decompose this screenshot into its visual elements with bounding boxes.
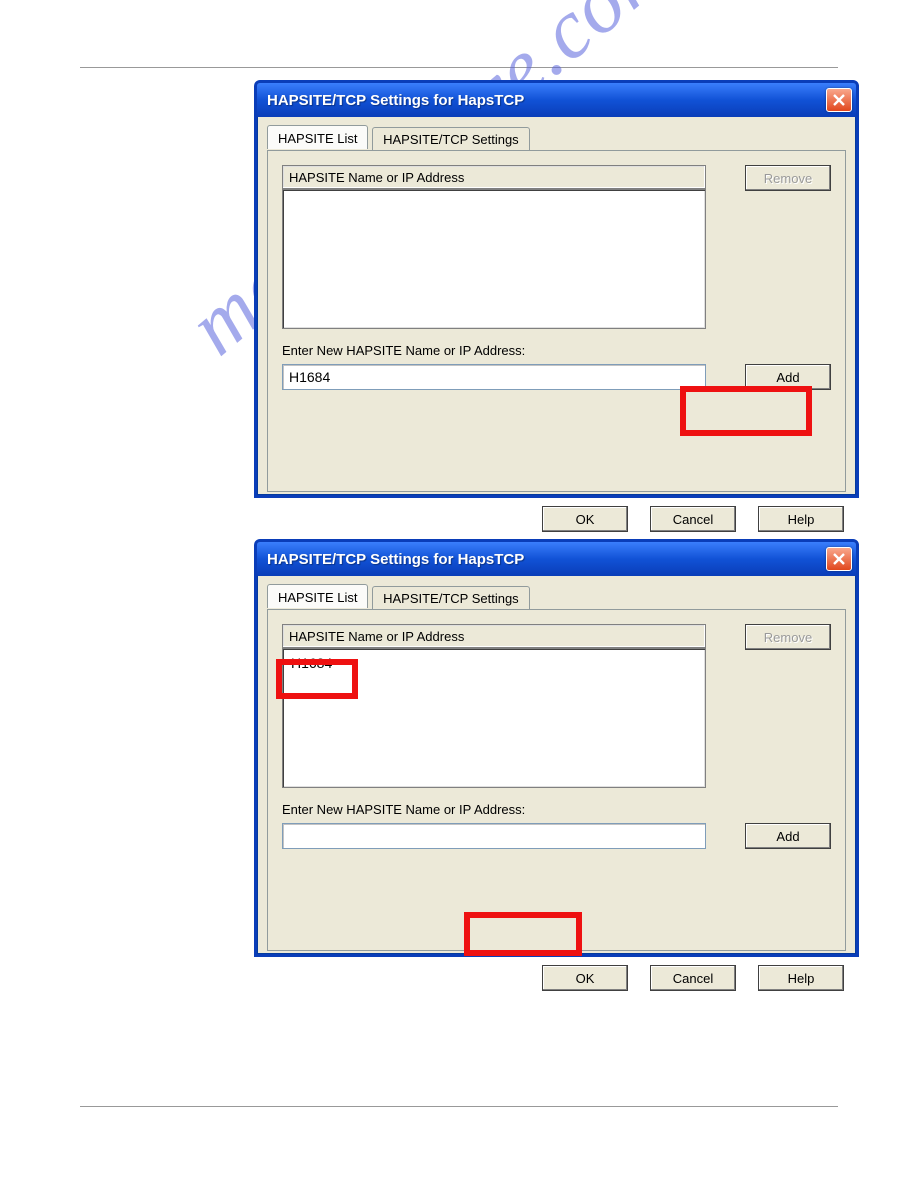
window-title: HAPSITE/TCP Settings for HapsTCP: [267, 92, 524, 109]
hapsite-list[interactable]: [282, 189, 706, 329]
tab-hapsite-tcp-settings[interactable]: HAPSITE/TCP Settings: [372, 127, 530, 150]
cancel-button[interactable]: Cancel: [650, 506, 736, 532]
tab-panel: HAPSITE Name or IP Address Remove Enter …: [267, 150, 846, 492]
help-button[interactable]: Help: [758, 506, 844, 532]
list-item[interactable]: H1684: [289, 653, 699, 673]
close-button[interactable]: [826, 88, 852, 112]
remove-button[interactable]: Remove: [745, 624, 831, 650]
close-button[interactable]: [826, 547, 852, 571]
dialog-content: HAPSITE List HAPSITE/TCP Settings HAPSIT…: [257, 117, 856, 542]
remove-button[interactable]: Remove: [745, 165, 831, 191]
close-icon: [833, 94, 845, 106]
close-icon: [833, 553, 845, 565]
tab-hapsite-tcp-settings[interactable]: HAPSITE/TCP Settings: [372, 586, 530, 609]
titlebar[interactable]: HAPSITE/TCP Settings for HapsTCP: [257, 83, 856, 117]
hapsite-list[interactable]: H1684: [282, 648, 706, 788]
tab-hapsite-list[interactable]: HAPSITE List: [267, 584, 368, 608]
add-button[interactable]: Add: [745, 823, 831, 849]
help-button[interactable]: Help: [758, 965, 844, 991]
tab-panel: HAPSITE Name or IP Address H1684 Remove …: [267, 609, 846, 951]
add-button[interactable]: Add: [745, 364, 831, 390]
new-hapsite-input[interactable]: [282, 823, 706, 849]
enter-ip-label: Enter New HAPSITE Name or IP Address:: [282, 802, 831, 817]
tab-strip: HAPSITE List HAPSITE/TCP Settings: [267, 125, 846, 151]
page-rule-bottom: [80, 1106, 838, 1107]
ok-button[interactable]: OK: [542, 965, 628, 991]
cancel-button[interactable]: Cancel: [650, 965, 736, 991]
list-column-header[interactable]: HAPSITE Name or IP Address: [282, 624, 706, 648]
dialog-hapsite-tcp-1: HAPSITE/TCP Settings for HapsTCP HAPSITE…: [254, 80, 859, 498]
page-rule-top: [80, 67, 838, 68]
ok-button[interactable]: OK: [542, 506, 628, 532]
tab-hapsite-list[interactable]: HAPSITE List: [267, 125, 368, 149]
enter-ip-label: Enter New HAPSITE Name or IP Address:: [282, 343, 831, 358]
new-hapsite-input[interactable]: [282, 364, 706, 390]
dialog-content: HAPSITE List HAPSITE/TCP Settings HAPSIT…: [257, 576, 856, 1001]
window-title: HAPSITE/TCP Settings for HapsTCP: [267, 551, 524, 568]
titlebar[interactable]: HAPSITE/TCP Settings for HapsTCP: [257, 542, 856, 576]
dialog-hapsite-tcp-2: HAPSITE/TCP Settings for HapsTCP HAPSITE…: [254, 539, 859, 957]
list-column-header[interactable]: HAPSITE Name or IP Address: [282, 165, 706, 189]
tab-strip: HAPSITE List HAPSITE/TCP Settings: [267, 584, 846, 610]
